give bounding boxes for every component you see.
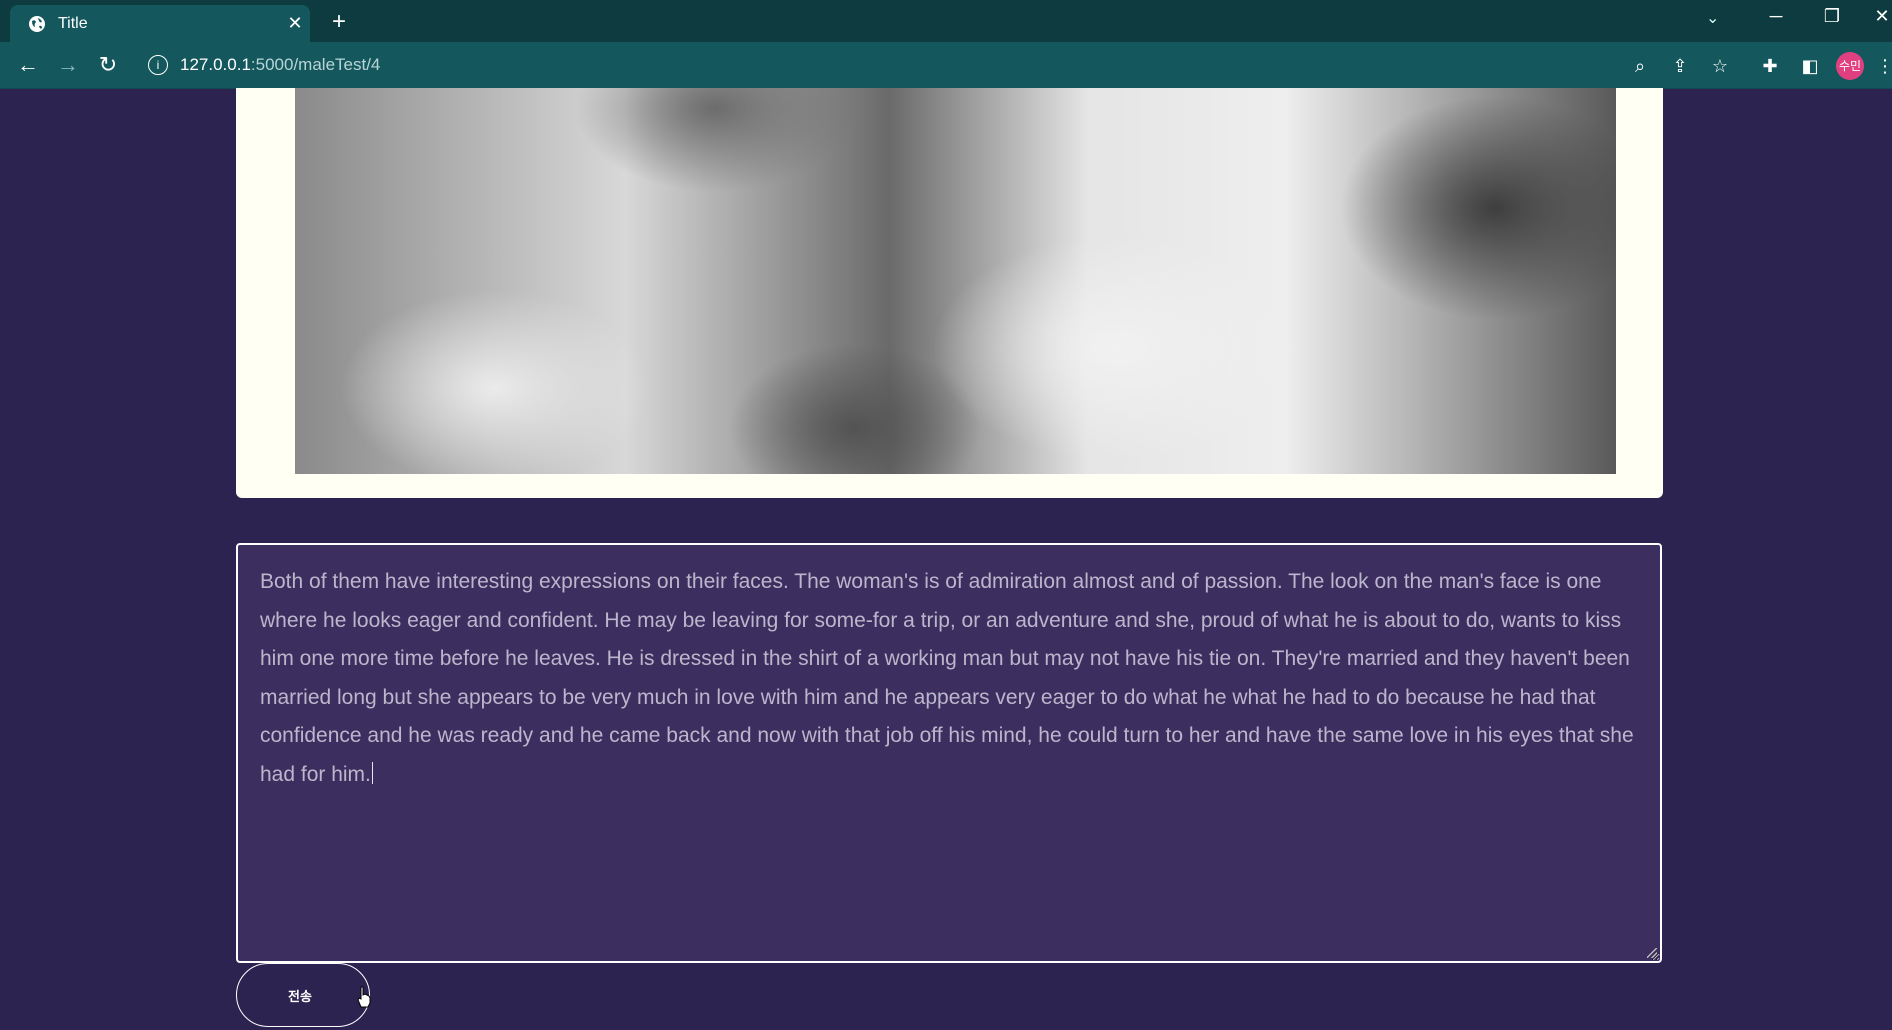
- back-arrow-icon[interactable]: ←: [14, 51, 42, 79]
- tab-close-icon[interactable]: ✕: [280, 13, 310, 34]
- url-host: 127.0.0.1: [180, 55, 251, 74]
- minimize-icon[interactable]: ─: [1756, 6, 1796, 27]
- extensions-puzzle-icon[interactable]: ✚: [1758, 54, 1782, 78]
- bookmark-star-icon[interactable]: ☆: [1708, 54, 1732, 78]
- answer-text: Both of them have interesting expression…: [260, 570, 1634, 786]
- zoom-icon[interactable]: ⌕: [1628, 54, 1652, 78]
- tab-title: Title: [58, 14, 88, 32]
- resize-grip-icon[interactable]: [1647, 948, 1657, 958]
- url-path: :5000/maleTest/4: [250, 55, 381, 74]
- forward-arrow-icon[interactable]: →: [54, 51, 82, 79]
- browser-tab[interactable]: Title ✕: [10, 5, 310, 42]
- answer-textarea[interactable]: Both of them have interesting expression…: [236, 543, 1662, 963]
- browser-menu-icon[interactable]: ⋮: [1876, 54, 1892, 78]
- globe-icon: [29, 15, 45, 32]
- text-caret: [371, 761, 373, 784]
- hand-cursor-icon: [357, 986, 371, 1008]
- site-info-icon[interactable]: i: [148, 55, 168, 75]
- submit-button[interactable]: 전송: [236, 963, 370, 1027]
- address-bar[interactable]: i 127.0.0.1:5000/maleTest/4: [136, 48, 1626, 82]
- tab-search-chevron-icon[interactable]: ⌄: [1706, 8, 1719, 28]
- window-close-icon[interactable]: ✕: [1862, 6, 1892, 27]
- image-card: [236, 88, 1663, 498]
- browser-toolbar: ← → ↻ i 127.0.0.1:5000/maleTest/4 ⌕ ⇪ ☆ …: [0, 42, 1892, 89]
- new-tab-button[interactable]: +: [326, 8, 352, 36]
- profile-avatar[interactable]: 수민: [1836, 52, 1864, 80]
- restore-icon[interactable]: ❐: [1812, 6, 1852, 27]
- reload-icon[interactable]: ↻: [94, 51, 122, 79]
- share-icon[interactable]: ⇪: [1668, 54, 1692, 78]
- browser-tabstrip: Title ✕ + ⌄ ─ ❐ ✕: [0, 0, 1892, 42]
- test-picture: [295, 88, 1616, 474]
- side-panel-icon[interactable]: ◧: [1798, 54, 1822, 78]
